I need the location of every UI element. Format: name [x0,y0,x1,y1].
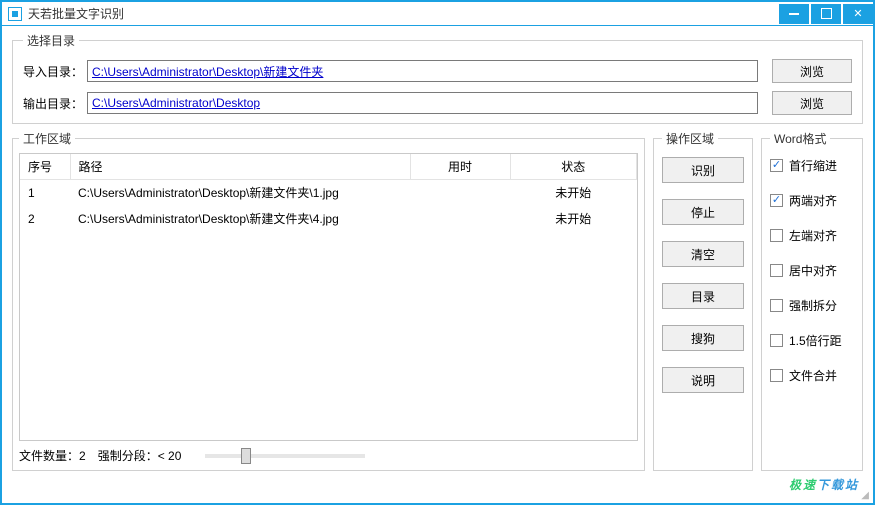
table-row[interactable]: 1C:\Users\Administrator\Desktop\新建文件夹\1.… [20,180,637,206]
cell-status: 未开始 [510,206,637,232]
output-row: 输出目录： 浏览 [23,91,852,115]
output-browse-button[interactable]: 浏览 [772,91,852,115]
cell-path: C:\Users\Administrator\Desktop\新建文件夹\1.j… [70,180,410,206]
col-seq[interactable]: 序号 [20,154,70,180]
word-option-label: 居中对齐 [789,262,837,279]
output-input[interactable] [87,92,758,114]
stop-button[interactable]: 停止 [662,199,744,225]
word-option-label: 强制拆分 [789,297,837,314]
resize-grip-icon[interactable] [857,487,869,499]
cell-time [410,206,510,232]
col-path[interactable]: 路径 [70,154,410,180]
force-seg-label: 强制分段：< 20 [98,447,182,464]
word-option[interactable]: 居中对齐 [770,262,854,279]
titlebar: 天若批量文字识别 [0,0,875,26]
checkbox-icon[interactable] [770,229,783,242]
cell-time [410,180,510,206]
col-time[interactable]: 用时 [410,154,510,180]
force-seg-slider[interactable] [201,454,369,458]
window-title: 天若批量文字识别 [28,5,777,22]
word-option[interactable]: 强制拆分 [770,297,854,314]
help-button[interactable]: 说明 [662,367,744,393]
import-row: 导入目录： 浏览 [23,59,852,83]
maximize-button[interactable] [811,4,841,24]
sogou-button[interactable]: 搜狗 [662,325,744,351]
checkbox-icon[interactable] [770,264,783,277]
cell-seq: 1 [20,180,70,206]
slider-thumb[interactable] [241,448,251,464]
word-option-label: 文件合并 [789,367,837,384]
content: 选择目录 导入目录： 浏览 输出目录： 浏览 工作区域 序号 路径 用时 [0,26,875,505]
work-legend: 工作区域 [19,130,75,147]
import-browse-button[interactable]: 浏览 [772,59,852,83]
file-table[interactable]: 序号 路径 用时 状态 1C:\Users\Administrator\Desk… [19,153,638,441]
word-option[interactable]: 文件合并 [770,367,854,384]
checkbox-icon[interactable] [770,194,783,207]
table-header-row: 序号 路径 用时 状态 [20,154,637,180]
checkbox-icon[interactable] [770,159,783,172]
cell-seq: 2 [20,206,70,232]
word-option-label: 首行缩进 [789,157,837,174]
minimize-button[interactable] [779,4,809,24]
cell-status: 未开始 [510,180,637,206]
import-input[interactable] [87,60,758,82]
directory-legend: 选择目录 [23,32,79,49]
word-option-label: 两端对齐 [789,192,837,209]
ops-group: 操作区域 识别 停止 清空 目录 搜狗 说明 [653,130,753,471]
import-label: 导入目录： [23,63,87,80]
word-option[interactable]: 1.5倍行距 [770,332,854,349]
recognize-button[interactable]: 识别 [662,157,744,183]
word-option[interactable]: 首行缩进 [770,157,854,174]
checkbox-icon[interactable] [770,299,783,312]
work-footer: 文件数量：2 强制分段：< 20 [19,441,638,464]
lower-area: 工作区域 序号 路径 用时 状态 1C:\Users\Administrator… [12,130,863,477]
file-count-label: 文件数量：2 [19,447,86,464]
checkbox-icon[interactable] [770,369,783,382]
col-status[interactable]: 状态 [510,154,637,180]
directory-group: 选择目录 导入目录： 浏览 输出目录： 浏览 [12,32,863,124]
app-icon [8,7,22,21]
word-option-label: 1.5倍行距 [789,332,842,349]
work-group: 工作区域 序号 路径 用时 状态 1C:\Users\Administrator… [12,130,645,471]
word-legend: Word格式 [770,130,830,147]
table-row[interactable]: 2C:\Users\Administrator\Desktop\新建文件夹\4.… [20,206,637,232]
clear-button[interactable]: 清空 [662,241,744,267]
checkbox-icon[interactable] [770,334,783,347]
cell-path: C:\Users\Administrator\Desktop\新建文件夹\4.j… [70,206,410,232]
ops-legend: 操作区域 [662,130,718,147]
output-label: 输出目录： [23,95,87,112]
close-button[interactable] [843,4,873,24]
word-option[interactable]: 两端对齐 [770,192,854,209]
word-option[interactable]: 左端对齐 [770,227,854,244]
word-option-label: 左端对齐 [789,227,837,244]
window-controls [777,4,873,24]
dir-button[interactable]: 目录 [662,283,744,309]
word-group: Word格式 首行缩进两端对齐左端对齐居中对齐强制拆分 1.5倍行距文件合并 [761,130,863,471]
